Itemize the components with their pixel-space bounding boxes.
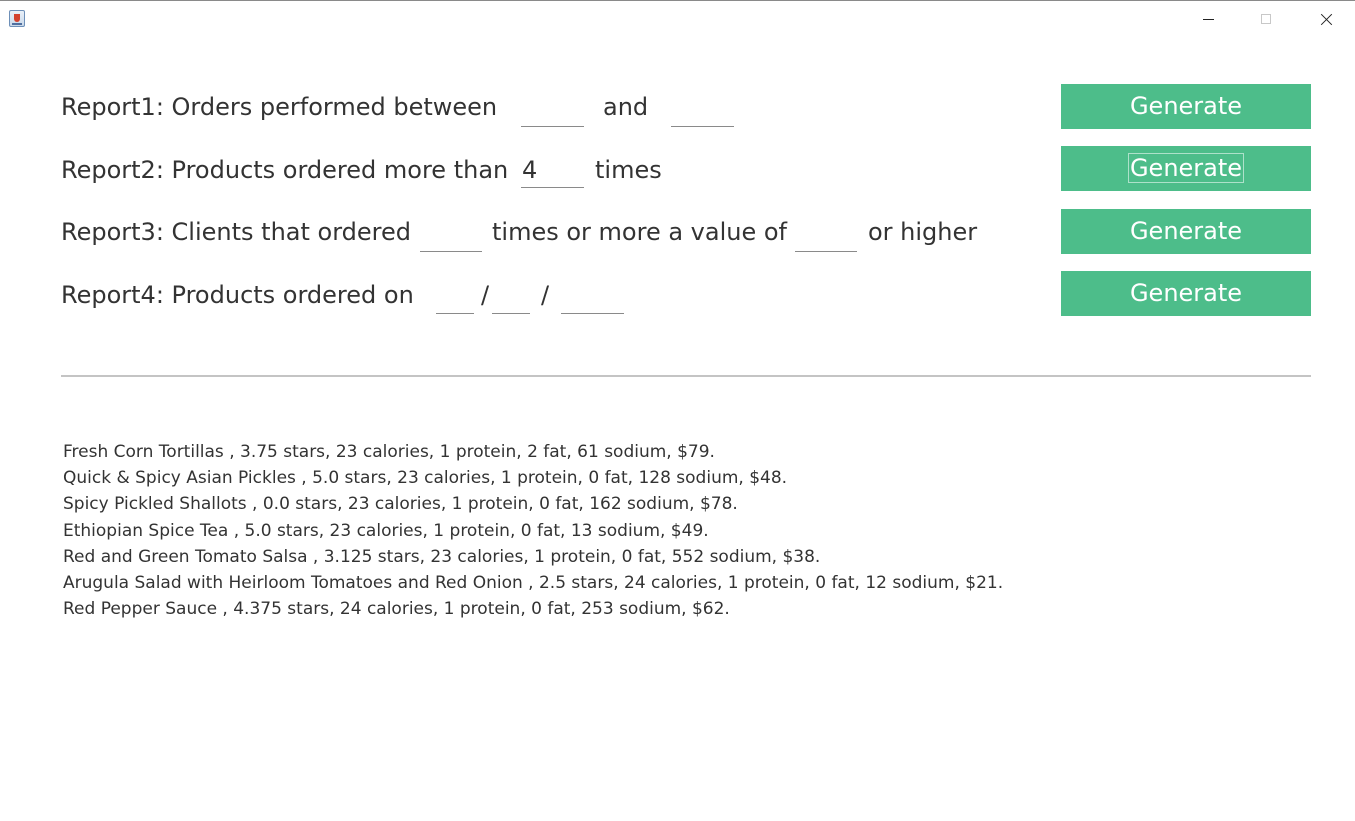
minimize-icon[interactable]	[1194, 7, 1224, 31]
report2-generate-label: Generate	[1127, 153, 1245, 183]
close-icon[interactable]	[1311, 7, 1341, 31]
report2-label: Report2: Products ordered more than	[61, 156, 509, 184]
report1-label: Report1: Orders performed between	[61, 93, 498, 121]
report3-mid-label: times or more a value of	[492, 218, 787, 246]
report3-amount-field[interactable]	[795, 222, 857, 252]
report4-month-field[interactable]	[492, 284, 530, 314]
divider	[61, 375, 1311, 377]
report2-generate-button[interactable]: Generate	[1061, 146, 1311, 191]
result-line: Red and Green Tomato Salsa , 3.125 stars…	[63, 546, 821, 567]
report1-to-field[interactable]	[671, 97, 734, 127]
result-line: Red Pepper Sauce , 4.375 stars, 24 calor…	[63, 599, 730, 620]
report4-year-field[interactable]	[561, 284, 624, 314]
report1-generate-button[interactable]: Generate	[1061, 84, 1311, 129]
report1-and-label: and	[603, 93, 649, 121]
result-line: Spicy Pickled Shallots , 0.0 stars, 23 c…	[63, 494, 738, 515]
report3-label: Report3: Clients that ordered	[61, 218, 411, 246]
report4-generate-button[interactable]: Generate	[1061, 271, 1311, 316]
report1-from-field[interactable]	[521, 97, 584, 127]
report3-generate-button[interactable]: Generate	[1061, 209, 1311, 254]
report3-times-field[interactable]	[420, 222, 482, 252]
report2-count-field[interactable]: 4	[521, 155, 584, 188]
report3-suffix-label: or higher	[868, 218, 978, 246]
report4-separator-2: /	[541, 281, 550, 309]
report4-separator-1: /	[481, 281, 490, 309]
report2-times-label: times	[595, 156, 662, 184]
result-line: Arugula Salad with Heirloom Tomatoes and…	[63, 573, 1004, 594]
result-line: Fresh Corn Tortillas , 3.75 stars, 23 ca…	[63, 442, 715, 462]
report4-label: Report4: Products ordered on	[61, 281, 414, 309]
maximize-icon[interactable]	[1252, 7, 1282, 31]
title-bar	[0, 0, 1355, 38]
report4-day-field[interactable]	[436, 284, 474, 314]
result-line: Quick & Spicy Asian Pickles , 5.0 stars,…	[63, 468, 788, 489]
java-app-icon	[9, 10, 25, 27]
result-line: Ethiopian Spice Tea , 5.0 stars, 23 calo…	[63, 520, 709, 541]
results-area: Fresh Corn Tortillas , 3.75 stars, 23 ca…	[63, 439, 1003, 622]
